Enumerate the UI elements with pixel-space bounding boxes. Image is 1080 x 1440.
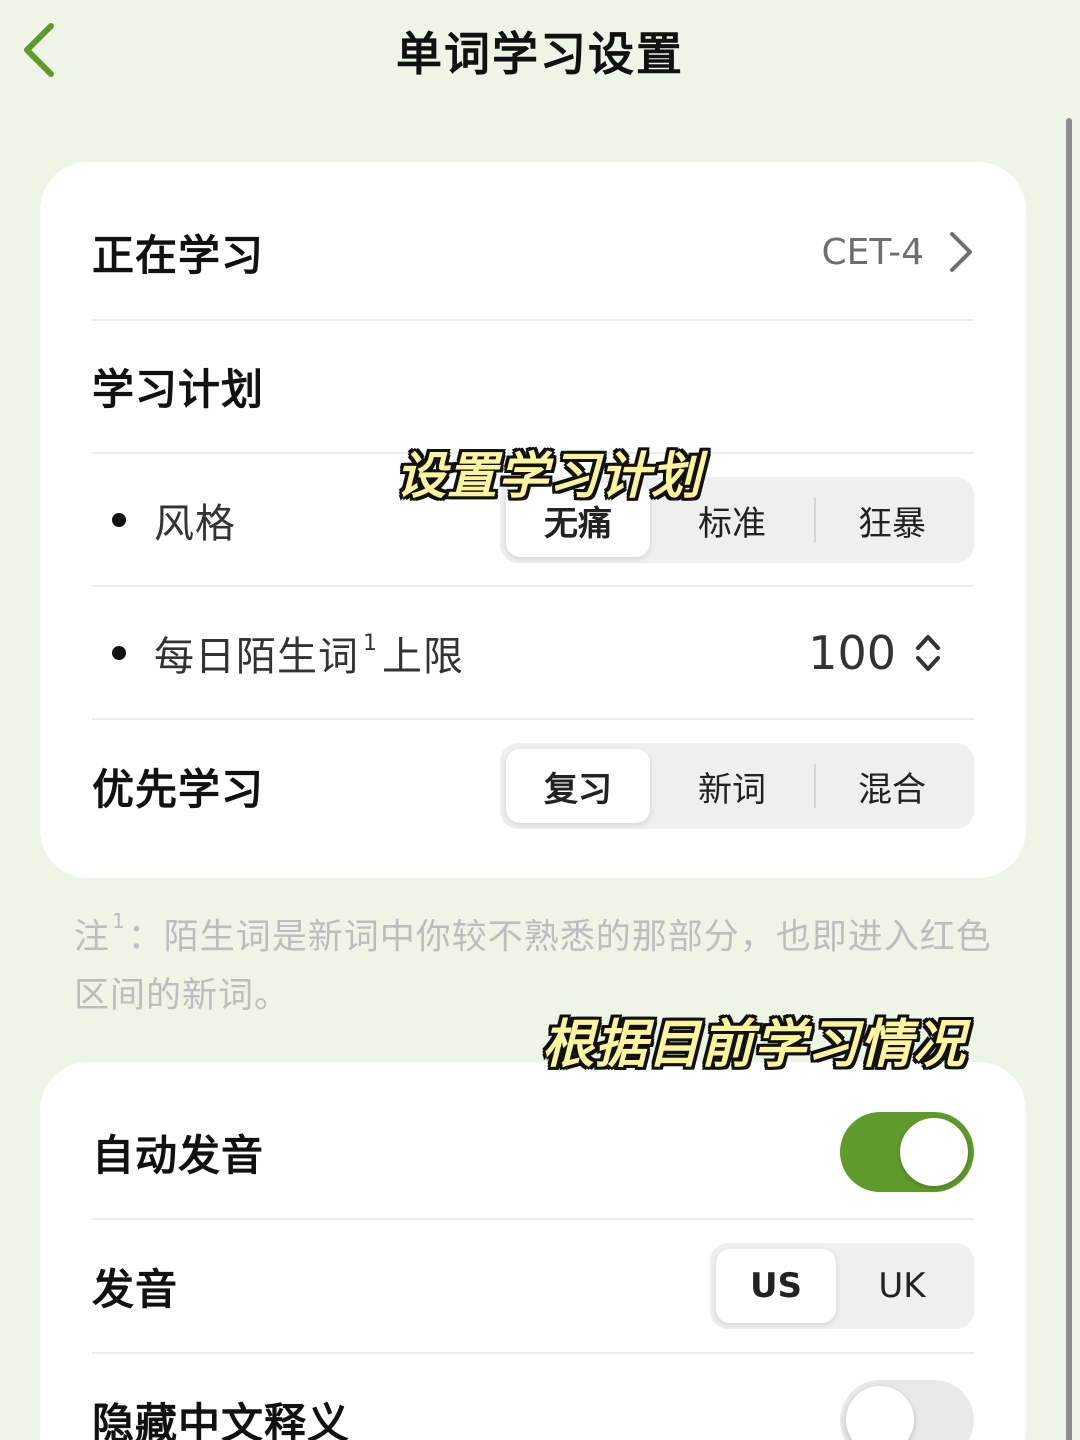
chevron-up-down-icon <box>916 635 940 671</box>
daily-limit-value: 100 <box>808 626 896 680</box>
bullet-icon <box>112 513 126 527</box>
bullet-icon <box>112 646 126 660</box>
pronunciation-card: 自动发音 发音 US UK 隐藏中文释义 <box>40 1062 1026 1440</box>
caption-overlay-plan: 设置学习计划 <box>396 447 702 505</box>
pronunciation-segmented-control[interactable]: US UK <box>710 1243 974 1329</box>
pronunciation-option-uk[interactable]: UK <box>836 1249 968 1323</box>
style-label: 风格 <box>92 491 236 549</box>
hide-chinese-toggle[interactable] <box>840 1380 974 1440</box>
footnote-marker: 1 <box>363 630 378 656</box>
row-auto-pronounce: 自动发音 <box>92 1086 974 1218</box>
row-pronunciation: 发音 US UK <box>92 1220 974 1352</box>
hide-chinese-label: 隐藏中文释义 <box>92 1398 351 1440</box>
footnote-prefix: 注 <box>74 917 111 958</box>
daily-limit-stepper[interactable]: 100 <box>808 626 942 680</box>
row-daily-limit: 每日陌生词 1 上限 100 <box>92 587 974 719</box>
priority-label: 优先学习 <box>92 764 265 814</box>
auto-pronounce-label: 自动发音 <box>92 1130 265 1180</box>
style-option-intense[interactable]: 狂暴 <box>816 483 968 557</box>
plan-label: 学习计划 <box>92 364 265 414</box>
pronunciation-option-us[interactable]: US <box>716 1249 836 1323</box>
footnote-marker: 1 <box>112 909 126 933</box>
caption-overlay-situation: 根据目前学习情况 <box>542 1015 967 1075</box>
priority-option-review[interactable]: 复习 <box>506 749 650 823</box>
auto-pronounce-toggle[interactable] <box>840 1112 974 1192</box>
nav-bar: 单词学习设置 <box>0 0 1080 100</box>
study-plan-card: 正在学习 CET-4 学习计划 风格 无痛 标准 狂暴 每日陌生词 1 上限 1… <box>40 162 1026 878</box>
toggle-knob <box>900 1118 968 1186</box>
priority-option-mixed[interactable]: 混合 <box>816 749 968 823</box>
studying-value[interactable]: CET-4 <box>822 230 974 274</box>
row-priority: 优先学习 复习 新词 混合 <box>92 720 974 852</box>
studying-value-text: CET-4 <box>821 231 924 273</box>
daily-limit-label: 每日陌生词 1 上限 <box>92 624 464 682</box>
row-hide-chinese: 隐藏中文释义 <box>92 1354 974 1440</box>
scrollbar[interactable] <box>1066 118 1072 1440</box>
chevron-right-icon <box>950 232 972 272</box>
priority-option-new[interactable]: 新词 <box>650 749 814 823</box>
pronunciation-label: 发音 <box>92 1264 179 1314</box>
footnote-text: ：陌生词是新词中你较不熟悉的那部分，也即进入红色区间的新词。 <box>74 917 992 1016</box>
daily-limit-label-tail: 上限 <box>382 634 464 680</box>
studying-label: 正在学习 <box>92 230 265 280</box>
style-label-text: 风格 <box>154 501 236 547</box>
daily-limit-label-text: 每日陌生词 <box>154 634 359 680</box>
priority-segmented-control[interactable]: 复习 新词 混合 <box>500 743 974 829</box>
page-title: 单词学习设置 <box>396 27 684 81</box>
toggle-knob <box>846 1386 914 1440</box>
row-plan: 学习计划 <box>92 320 974 452</box>
row-studying[interactable]: 正在学习 CET-4 <box>92 186 974 318</box>
